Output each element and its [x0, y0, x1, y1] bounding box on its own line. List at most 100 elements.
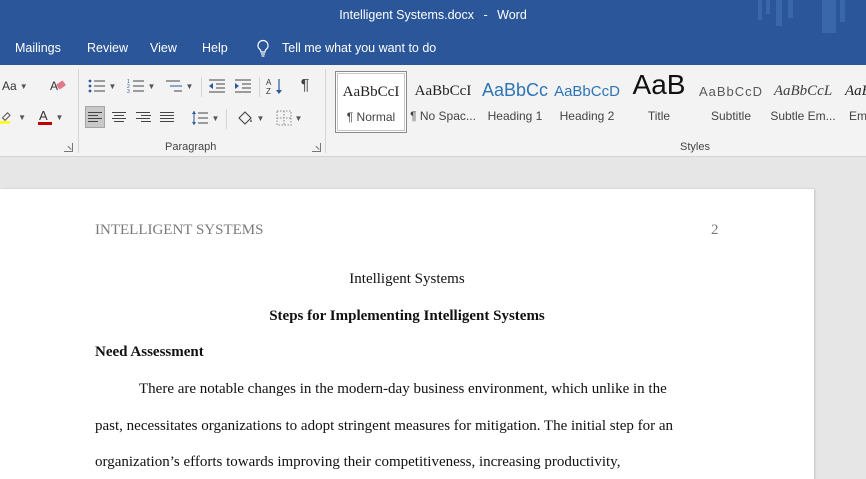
multilevel-list-button[interactable]: ▼ [162, 75, 196, 97]
toolbar-divider [259, 77, 260, 97]
title-separator: - [483, 8, 488, 22]
tell-me-box[interactable]: Tell me what you want to do [256, 39, 436, 57]
title-bar: Intelligent Systems.docx - Word [0, 0, 866, 33]
style-name: ¶ No Spac... [410, 109, 476, 123]
multilevel-list-icon [165, 80, 182, 92]
document-filename: Intelligent Systems.docx [339, 8, 474, 22]
window-title: Intelligent Systems.docx - Word [0, 8, 866, 22]
chevron-down-icon: ▼ [108, 81, 117, 91]
section-heading: Steps for Implementing Intelligent Syste… [269, 308, 545, 324]
sort-button[interactable]: A Z [264, 75, 286, 97]
app-name: Word [497, 8, 527, 22]
ribbon: Aa ▼ A ▼ A ▼ ▼ 1 2 3 ▼ ▼ A Z ¶ ▼ ▼ ▼ Par… [0, 65, 866, 157]
style-subtitle[interactable]: AaBbCcD Subtitle [695, 71, 767, 133]
chevron-down-icon: ▼ [19, 81, 28, 91]
pilcrow-icon: ¶ [300, 77, 310, 94]
style-preview: AaBl [845, 83, 866, 99]
document-page[interactable]: INTELLIGENT SYSTEMS 2 Intelligent System… [0, 189, 814, 479]
style-heading-1[interactable]: AaBbCc Heading 1 [479, 71, 551, 133]
line-spacing-button[interactable]: ▼ [188, 107, 222, 129]
tell-me-text: Tell me what you want to do [282, 41, 437, 55]
group-divider [325, 69, 326, 153]
tab-help[interactable]: Help [202, 41, 228, 55]
chevron-down-icon: ▼ [256, 113, 265, 123]
style-subtle-emphasis[interactable]: AaBbCcL Subtle Em... [767, 71, 839, 133]
align-left-button[interactable] [85, 106, 105, 128]
clear-formatting-icon: A [50, 79, 66, 93]
chevron-down-icon: ▼ [211, 113, 220, 123]
document-canvas[interactable]: INTELLIGENT SYSTEMS 2 Intelligent System… [0, 157, 866, 479]
style-emphasis[interactable]: AaBl Em [839, 71, 866, 133]
title-bar-decoration-icon [758, 0, 845, 33]
chevron-down-icon: ▼ [294, 113, 303, 123]
style-name: ¶ Normal [346, 110, 396, 124]
style-name: Subtitle [710, 109, 752, 123]
paragraph-group-label: Paragraph [165, 141, 217, 153]
style-name: Subtle Em... [770, 109, 836, 123]
paragraph-dialog-launcher-icon[interactable] [312, 143, 321, 152]
subsection-heading: Need Assessment [95, 344, 204, 360]
change-case-label: Aa [2, 79, 17, 93]
style-name: Heading 1 [487, 109, 543, 123]
increase-indent-button[interactable] [232, 75, 254, 97]
lightbulb-icon [257, 39, 269, 57]
align-center-button[interactable] [109, 106, 129, 128]
body-text-line: past, necessitates organizations to adop… [95, 418, 674, 434]
style-preview: AaBbCcD [554, 83, 620, 100]
change-case-button[interactable]: Aa ▼ [2, 77, 28, 95]
style-name: Title [647, 109, 671, 123]
style-preview: AaBbCcD [698, 84, 764, 99]
style-preview: AaBbCc [481, 80, 549, 100]
style-name: Em [849, 109, 866, 123]
highlight-color-button[interactable]: ▼ [0, 107, 26, 127]
numbering-button[interactable]: 1 2 3 ▼ [124, 75, 158, 97]
style-no-spacing[interactable]: AaBbCcI ¶ No Spac... [407, 71, 479, 133]
tab-view[interactable]: View [150, 41, 177, 55]
styles-group-label: Styles [680, 141, 710, 153]
bullet-list-icon [88, 79, 105, 93]
body-text-line: organization’s efforts towards improving… [95, 454, 621, 470]
style-preview: AaBbCcI [414, 83, 472, 99]
svg-text:3: 3 [127, 89, 130, 94]
numbered-list-icon: 1 2 3 [127, 79, 144, 94]
decrease-indent-button[interactable] [206, 75, 228, 97]
justify-button[interactable] [157, 106, 177, 128]
highlighter-icon [0, 112, 11, 124]
style-heading-2[interactable]: AaBbCcD Heading 2 [551, 71, 623, 133]
font-color-button[interactable]: A ▼ [34, 107, 66, 127]
running-head: INTELLIGENT SYSTEMS [95, 222, 264, 238]
svg-text:Z: Z [266, 87, 271, 95]
align-right-button[interactable] [133, 106, 153, 128]
borders-button[interactable]: ▼ [272, 107, 306, 129]
document-title: Intelligent Systems [349, 271, 465, 287]
bullets-button[interactable]: ▼ [86, 75, 118, 97]
style-preview: AaB [632, 69, 686, 100]
style-normal[interactable]: AaBbCcI ¶ Normal [335, 71, 407, 133]
tab-review[interactable]: Review [87, 41, 128, 55]
tab-mailings[interactable]: Mailings [15, 41, 61, 55]
style-title[interactable]: AaB Title [623, 69, 695, 133]
style-name: Heading 2 [559, 109, 615, 123]
svg-text:A: A [50, 79, 58, 93]
group-divider [78, 69, 79, 153]
svg-text:A: A [266, 78, 272, 87]
shading-button[interactable]: ▼ [233, 107, 267, 129]
borders-icon [276, 110, 292, 126]
style-preview: AaBbCcI [342, 84, 400, 100]
sort-az-icon: A Z [266, 78, 282, 95]
toolbar-divider [201, 77, 202, 97]
chevron-down-icon: ▼ [185, 81, 194, 91]
font-dialog-launcher-icon[interactable] [64, 143, 73, 152]
ribbon-tab-bar: Mailings Review View Help Tell me what y… [0, 33, 866, 65]
font-color-icon: A [37, 108, 52, 125]
svg-text:A: A [39, 108, 48, 123]
chevron-down-icon: ▼ [55, 112, 64, 122]
show-formatting-marks-button[interactable]: ¶ [294, 75, 316, 97]
paint-bucket-icon [237, 111, 252, 125]
clear-formatting-button[interactable]: A [48, 76, 70, 96]
page-number: 2 [711, 222, 719, 238]
line-spacing-icon [191, 111, 208, 125]
chevron-down-icon: ▼ [18, 112, 26, 122]
chevron-down-icon: ▼ [147, 81, 156, 91]
decrease-indent-icon [209, 79, 225, 93]
